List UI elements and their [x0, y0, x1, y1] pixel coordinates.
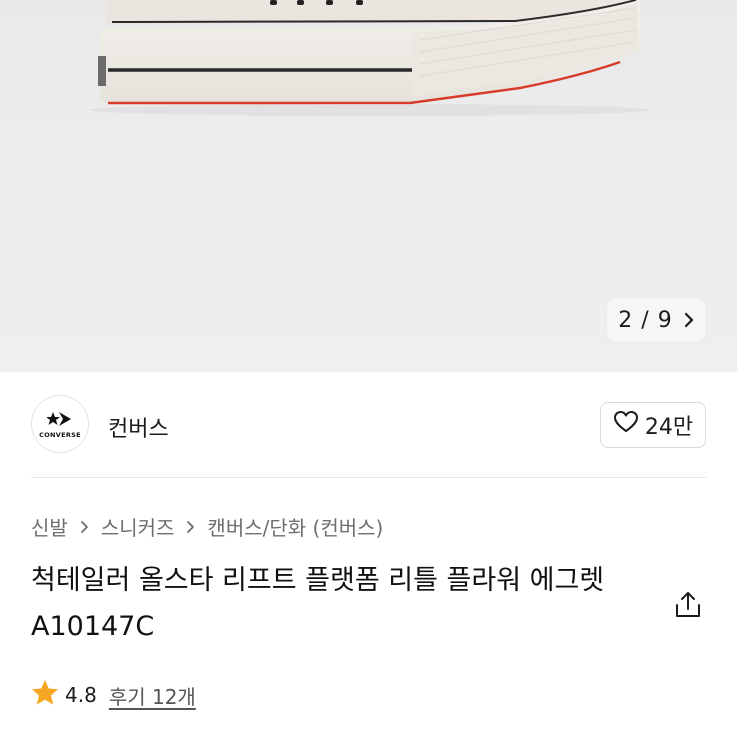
like-button[interactable]: 24만 — [600, 402, 706, 448]
chevron-right-icon — [80, 520, 89, 534]
breadcrumb-item-shoes[interactable]: 신발 — [31, 512, 68, 541]
product-title: 척테일러 올스타 리프트 플랫폼 리틀 플라워 에그렛 A10147C — [31, 565, 605, 642]
breadcrumb: 신발 스니커즈 캔버스/단화 (컨버스) — [31, 512, 383, 541]
breadcrumb-item-sneakers[interactable]: 스니커즈 — [101, 512, 175, 541]
pager-count: 2 / 9 — [618, 307, 673, 333]
review-count-link[interactable]: 후기 12개 — [109, 681, 196, 710]
brand-logo[interactable]: CONVERSE — [31, 395, 89, 453]
brand-logo-text: CONVERSE — [39, 430, 81, 439]
brand-row: CONVERSE 컨버스 24만 — [0, 372, 737, 478]
divider — [31, 477, 706, 478]
share-icon[interactable] — [674, 590, 702, 620]
like-count: 24만 — [644, 415, 694, 440]
chevron-right-icon — [186, 520, 195, 534]
heart-icon — [613, 410, 639, 440]
breadcrumb-item-canvas[interactable]: 캔버스/단화 (컨버스) — [207, 512, 383, 541]
rating: 4.8 후기 12개 — [31, 679, 196, 711]
rating-score: 4.8 — [65, 683, 97, 707]
chevron-right-icon — [683, 312, 695, 328]
converse-star-chevron-icon — [47, 411, 71, 426]
product-image-gallery[interactable]: 2 / 9 — [0, 0, 737, 372]
brand-name[interactable]: 컨버스 — [108, 411, 169, 443]
star-icon — [31, 679, 59, 711]
image-pager[interactable]: 2 / 9 — [607, 298, 706, 342]
